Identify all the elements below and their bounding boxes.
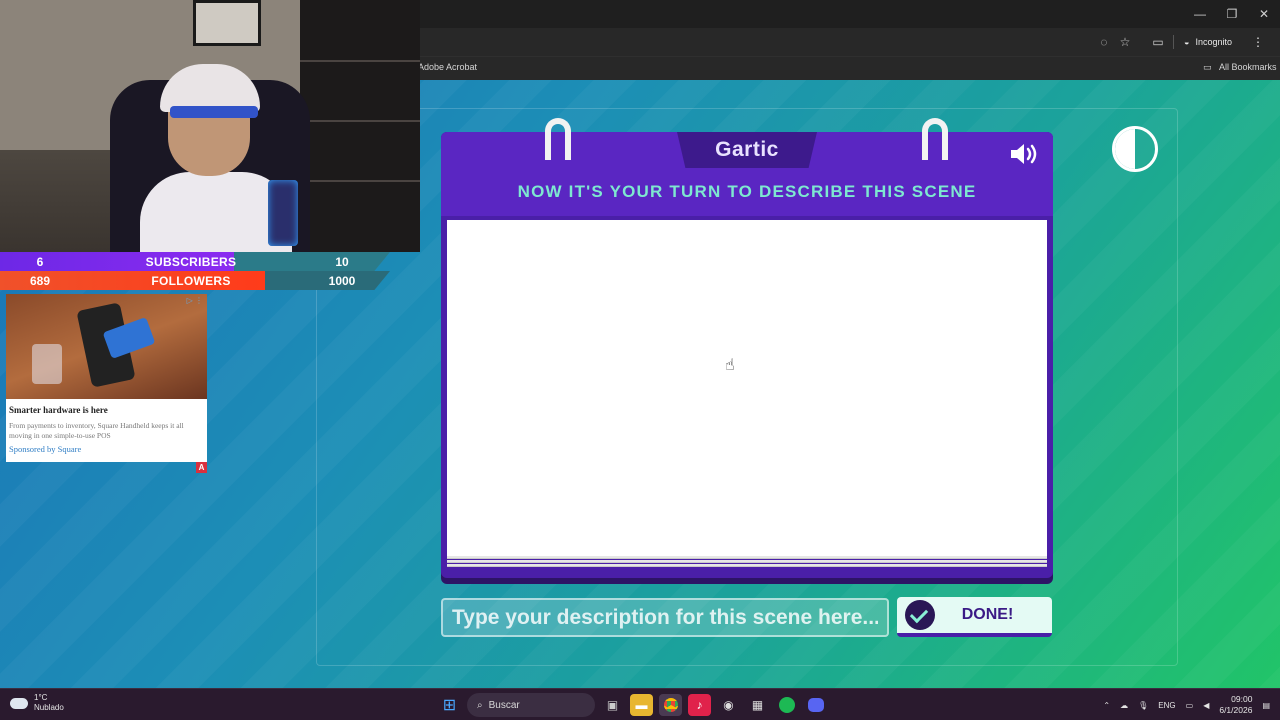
taskbar-apps: ⊞ ⌕ Buscar ▣ ▬ ♪ ◉ ▦ [438, 693, 827, 717]
search-label: Buscar [488, 699, 520, 711]
weather-widget[interactable]: 1°C Nublado [10, 693, 64, 713]
side-panel-icon[interactable]: ▭ [1150, 34, 1166, 50]
subscribers-label: SUBSCRIBERS [145, 254, 237, 269]
subscribers-current: 6 [36, 254, 44, 269]
followers-label: FOLLOWERS [151, 273, 231, 288]
ad-glass [32, 344, 62, 384]
all-bookmarks-link[interactable]: All Bookmarks [1219, 62, 1277, 72]
ad-sponsor-link[interactable]: Sponsored by Square [9, 444, 81, 454]
shelf-board [300, 180, 420, 182]
ad-image[interactable]: ▷ ⋮ [6, 294, 207, 399]
shelf-board [300, 60, 420, 62]
ad-badge: A [196, 462, 207, 473]
maximize-icon[interactable]: ❐ [1216, 0, 1248, 28]
incognito-label: Incognito [1195, 37, 1232, 47]
mic-icon[interactable]: 🎙︎ [1138, 701, 1148, 710]
stream-stats: 6 SUBSCRIBERS 10 689 FOLLOWERS 1000 [0, 252, 390, 290]
windows-start-icon[interactable]: ⊞ [438, 694, 461, 716]
subscribers-goal: 10 [335, 254, 349, 269]
incognito-badge[interactable]: ◒ Incognito ⋮ [1173, 32, 1264, 52]
gartic-logo: Gartic [715, 138, 779, 161]
taskbar-search[interactable]: ⌕ Buscar [467, 693, 595, 717]
page-edge [447, 560, 1047, 563]
onedrive-icon[interactable]: ☁ [1120, 701, 1128, 710]
page-edge [447, 564, 1047, 567]
wall-picture [193, 0, 261, 46]
ad-title[interactable]: Smarter hardware is here [9, 405, 108, 415]
weather-condition: Nublado [34, 703, 64, 712]
followers-row: 689 FOLLOWERS 1000 [0, 271, 390, 290]
clock[interactable]: 09:00 6/1/2026 [1219, 694, 1252, 716]
shelf-board [300, 120, 420, 122]
system-tray: ⌃ ☁ 🎙︎ ENG ▭ ◀︎ 09:00 6/1/2026 ▤ [1103, 693, 1270, 717]
sponsored-ad[interactable]: ▷ ⋮ Smarter hardware is here From paymen… [6, 294, 207, 462]
clock-date: 6/1/2026 [1219, 705, 1253, 715]
notification-icon[interactable]: ▤ [1262, 701, 1270, 710]
done-button[interactable]: DONE! [897, 597, 1052, 637]
window-controls: — ❐ ✕ [1184, 0, 1280, 28]
subscribers-row: 6 SUBSCRIBERS 10 [0, 252, 390, 271]
close-icon[interactable]: ✕ [1248, 0, 1280, 28]
chrome-icon[interactable] [659, 694, 682, 716]
binder-ring-left [545, 118, 571, 160]
glowing-cup [268, 180, 298, 246]
followers-current: 689 [29, 273, 51, 288]
tiktok-icon[interactable]: ♪ [688, 694, 711, 716]
task-view-icon[interactable]: ▣ [601, 694, 624, 716]
speaker-icon[interactable] [1009, 142, 1041, 166]
ad-body: From payments to inventory, Square Handh… [9, 421, 184, 440]
check-icon [905, 600, 935, 630]
webcam-feed [0, 0, 420, 252]
clock-time: 09:00 [1231, 694, 1253, 704]
discord-icon[interactable] [804, 694, 827, 716]
cloud-icon [10, 697, 28, 709]
spotify-icon[interactable] [775, 694, 798, 716]
incognito-icon: ◒ [1184, 37, 1190, 47]
volume-icon[interactable]: ◀︎ [1203, 701, 1209, 710]
app-icon[interactable]: ▦ [746, 694, 769, 716]
done-label: DONE! [961, 606, 1014, 623]
page-edge [447, 556, 1047, 559]
followers-goal: 1000 [328, 273, 356, 288]
webcam-shelf [300, 0, 420, 252]
turn-prompt: NOW IT'S YOUR TURN TO DESCRIBE THIS SCEN… [517, 182, 977, 201]
bookmark-adobe-acrobat[interactable]: Adobe Acrobat [418, 62, 477, 72]
contrast-toggle-icon[interactable] [1112, 126, 1158, 172]
star-icon[interactable]: ☆ [1117, 34, 1133, 50]
cap-visor [170, 106, 258, 118]
file-explorer-icon[interactable]: ▬ [630, 694, 653, 716]
scene-canvas [447, 220, 1047, 556]
weather-temp: 1°C [34, 693, 48, 702]
hand-cursor-icon: ☝ [725, 357, 735, 374]
scene-card: Gartic NOW IT'S YOUR TURN TO DESCRIBE TH… [441, 118, 1053, 578]
folder-icon: ▭ [1203, 62, 1212, 72]
minimize-icon[interactable]: — [1184, 0, 1216, 28]
eye-off-icon[interactable]: ◌ [1096, 34, 1112, 50]
binder-ring-right [922, 118, 948, 160]
obs-icon[interactable]: ◉ [717, 694, 740, 716]
adchoices-icon[interactable]: ▷ ⋮ [187, 296, 203, 305]
search-icon: ⌕ [477, 699, 483, 711]
network-icon[interactable]: ▭ [1186, 701, 1194, 710]
menu-icon[interactable]: ⋮ [1252, 35, 1264, 49]
language-indicator[interactable]: ENG [1158, 701, 1175, 710]
windows-taskbar: 1°C Nublado ⊞ ⌕ Buscar ▣ ▬ ♪ ◉ ▦ ⌃ ☁ 🎙︎ … [0, 688, 1280, 720]
toolbar-separator [1173, 35, 1175, 49]
description-input[interactable] [441, 598, 889, 637]
chevron-up-icon[interactable]: ⌃ [1103, 701, 1110, 710]
